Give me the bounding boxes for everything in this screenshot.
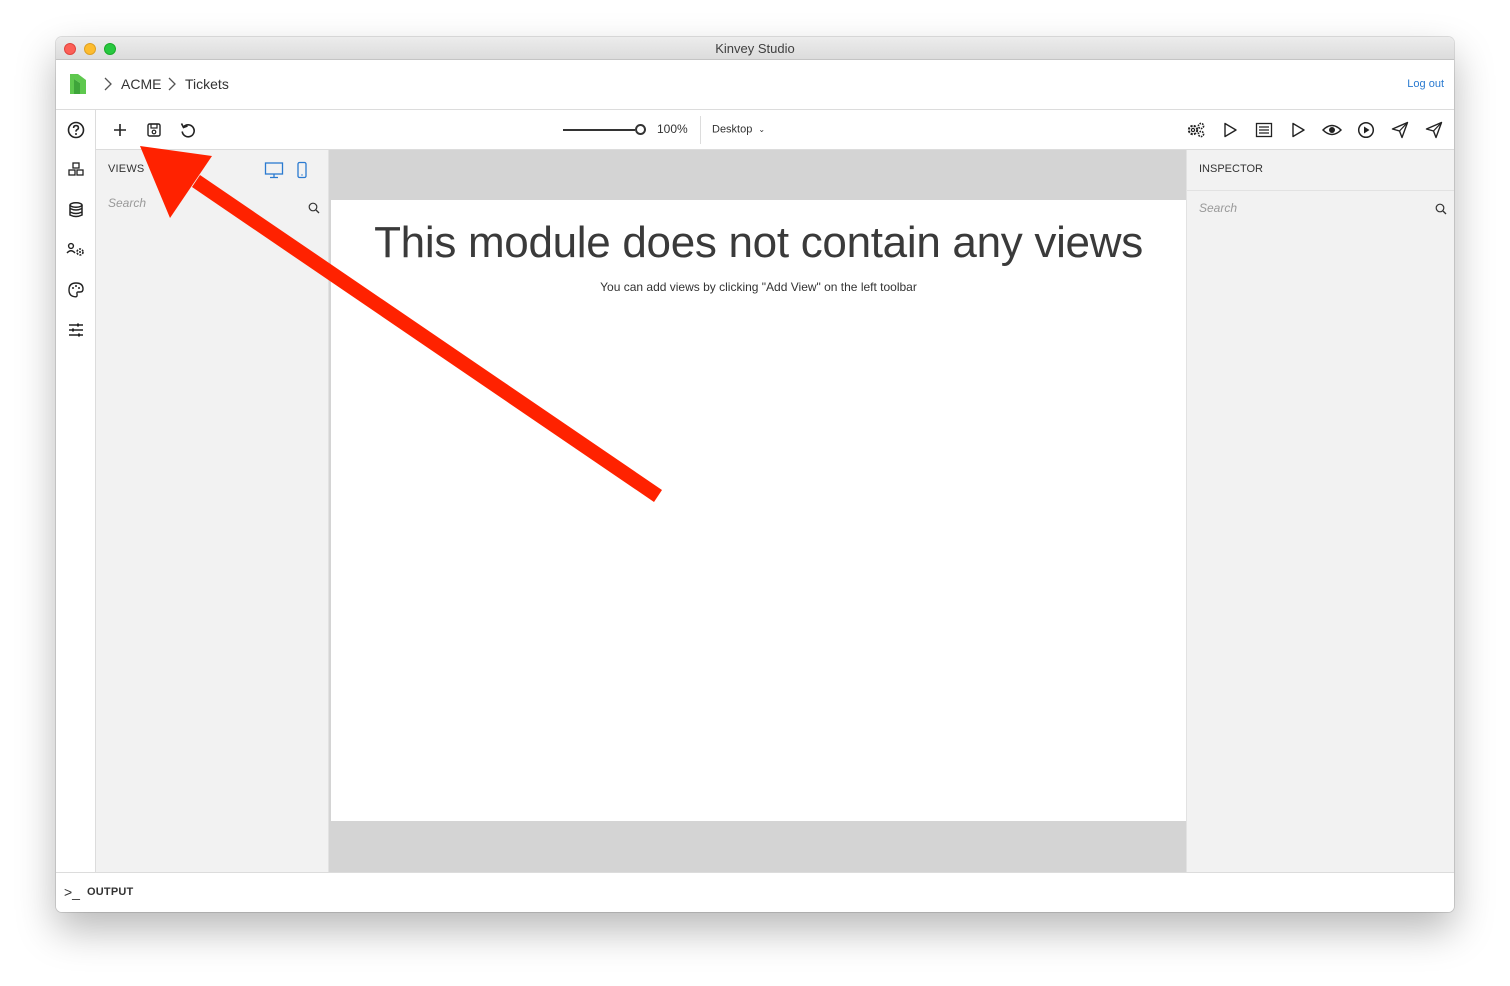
app-window: Kinvey Studio ACME Tickets Log out 100% … — [56, 37, 1454, 912]
chevron-down-icon: ⌄ — [758, 125, 766, 134]
modules-icon[interactable] — [66, 160, 86, 180]
mobile-icon[interactable] — [292, 160, 312, 180]
list-icon[interactable] — [1254, 120, 1274, 140]
add-view-icon[interactable] — [110, 120, 130, 140]
empty-state-title: This module does not contain any views — [374, 218, 1143, 267]
search-icon[interactable] — [308, 202, 320, 214]
views-search-input[interactable]: Search — [108, 196, 308, 210]
app-header: ACME Tickets Log out — [56, 60, 1454, 110]
chevron-right-icon — [168, 77, 176, 91]
data-icon[interactable] — [66, 200, 86, 220]
send-alt-icon[interactable] — [1424, 120, 1444, 140]
title-bar: Kinvey Studio — [56, 37, 1454, 60]
window-title: Kinvey Studio — [715, 41, 795, 56]
save-icon[interactable] — [144, 120, 164, 140]
preview-eye-icon[interactable] — [1322, 120, 1342, 140]
zoom-value: 100% — [657, 122, 688, 136]
send-icon[interactable] — [1390, 120, 1410, 140]
undo-icon[interactable] — [178, 120, 198, 140]
output-label: OUTPUT — [87, 886, 134, 898]
help-icon[interactable] — [66, 120, 86, 140]
device-select[interactable]: Desktop ⌄ — [712, 110, 765, 149]
toolbar-divider — [700, 116, 701, 144]
close-window-button[interactable] — [64, 43, 76, 55]
zoom-slider-track[interactable] — [563, 129, 635, 131]
kinvey-logo-icon[interactable] — [66, 72, 90, 96]
search-icon[interactable] — [1435, 203, 1447, 215]
views-panel-title: VIEWS — [108, 163, 145, 175]
main-toolbar: 100% Desktop ⌄ — [96, 110, 1454, 150]
empty-state-subtitle: You can add views by clicking "Add View"… — [600, 280, 917, 294]
theme-palette-icon[interactable] — [66, 280, 86, 300]
users-settings-icon[interactable] — [66, 240, 86, 260]
chevron-right-icon — [104, 77, 112, 91]
inspector-panel: INSPECTOR Search — [1186, 150, 1454, 872]
logout-link[interactable]: Log out — [1407, 60, 1444, 108]
output-bar[interactable]: >_ OUTPUT — [56, 872, 1454, 912]
play-icon[interactable] — [1288, 120, 1308, 140]
desktop-icon[interactable] — [264, 160, 284, 180]
views-panel: VIEWS Search — [96, 150, 329, 872]
terminal-prompt-icon: >_ — [64, 884, 80, 900]
settings-icon[interactable] — [1186, 120, 1206, 140]
breadcrumb-tickets[interactable]: Tickets — [185, 60, 229, 108]
left-rail — [56, 110, 96, 872]
minimize-window-button[interactable] — [84, 43, 96, 55]
design-canvas: This module does not contain any views Y… — [329, 150, 1186, 872]
play-circle-icon[interactable] — [1356, 120, 1376, 140]
breadcrumb-acme[interactable]: ACME — [121, 60, 161, 108]
sliders-icon[interactable] — [66, 320, 86, 340]
canvas-stage: This module does not contain any views Y… — [331, 200, 1186, 821]
inspector-search-input[interactable]: Search — [1199, 201, 1237, 215]
run-icon[interactable] — [1220, 120, 1240, 140]
zoom-slider-handle[interactable] — [635, 124, 646, 135]
inspector-title: INSPECTOR — [1187, 150, 1454, 191]
maximize-window-button[interactable] — [104, 43, 116, 55]
device-select-value: Desktop — [712, 123, 753, 136]
